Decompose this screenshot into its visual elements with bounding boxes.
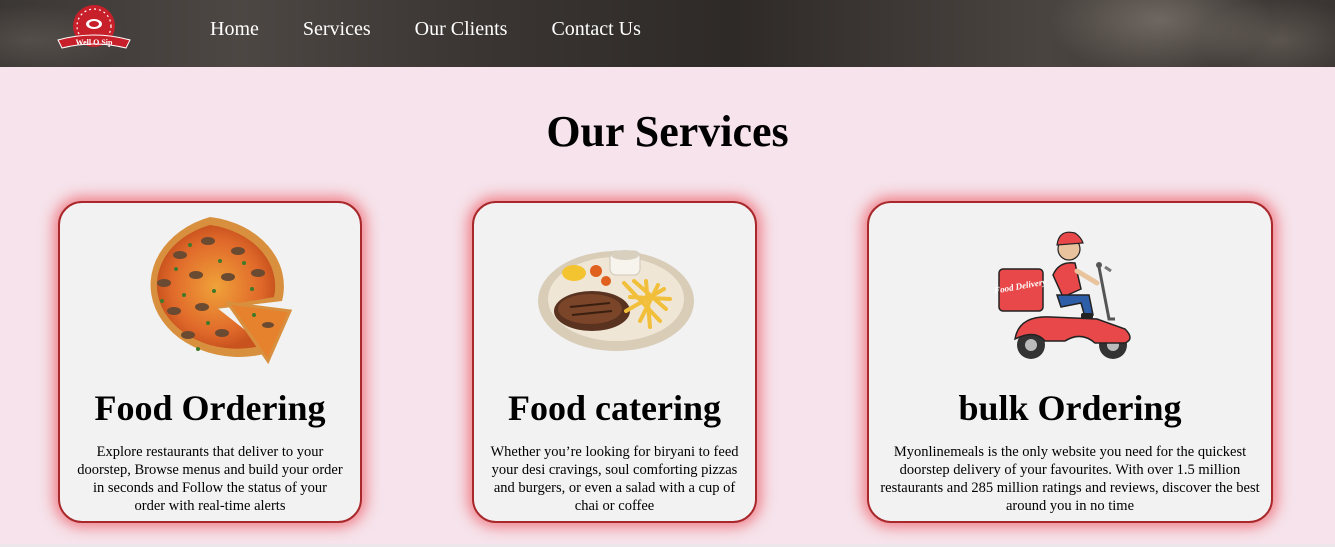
nav-services[interactable]: Services [303,17,371,41]
card-description: Myonlinemeals is the only website you ne… [880,444,1260,514]
page-title: Our Services [546,107,789,156]
pizza-image [60,211,360,371]
card-description: Explore restaurants that deliver to your… [77,444,343,514]
brand-logo[interactable]: Well O Sip [50,4,138,50]
main-nav: Home Services Our Clients Contact Us [210,17,685,41]
card-title: Food Ordering [94,388,326,428]
service-card-bulk-ordering: Food Delivery bulk Ordering Myonlinemeal… [867,201,1273,523]
nav-contact-us[interactable]: Contact Us [551,17,640,41]
service-card-food-ordering: Food Ordering Explore restaurants that d… [58,201,362,523]
site-header: Well O Sip Home Services Our Clients Con… [0,0,1335,67]
svg-text:Well O Sip: Well O Sip [76,38,113,47]
nav-home[interactable]: Home [210,17,259,41]
card-title: bulk Ordering [958,388,1182,428]
steak-plate-image [474,211,755,371]
service-card-food-catering: Food catering Whether you’re looking for… [472,201,757,523]
nav-our-clients[interactable]: Our Clients [415,17,508,41]
card-title: Food catering [508,388,721,428]
card-description: Whether you’re looking for biryani to fe… [490,444,739,514]
delivery-scooter-image: Food Delivery [869,211,1271,371]
